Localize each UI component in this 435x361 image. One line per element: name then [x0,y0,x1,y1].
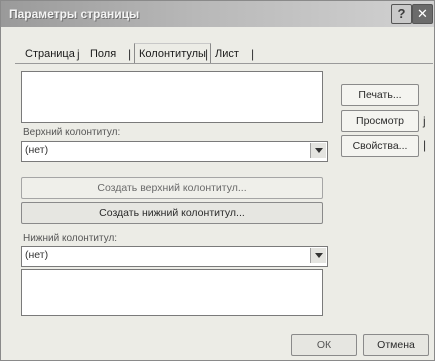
print-button[interactable]: Печать... [341,84,419,106]
tab-margins[interactable]: Поля [90,45,116,63]
footer-select-value: (нет) [25,249,49,261]
preview-mark: j [423,114,426,128]
properties-button[interactable]: Свойства... [341,135,419,157]
tab-separator: | [205,47,209,61]
chevron-down-icon[interactable] [310,143,326,158]
create-header-button[interactable]: Создать верхний колонтитул... [21,177,323,199]
header-select-value: (нет) [25,144,49,156]
dialog-title: Параметры страницы [9,7,140,21]
close-button[interactable]: ✕ [412,4,433,24]
create-footer-button[interactable]: Создать нижний колонтитул... [21,202,323,224]
close-icon: ✕ [417,6,428,21]
footer-preview [21,269,323,316]
header-select[interactable]: (нет) [21,141,328,162]
title-bar[interactable]: Параметры страницы ? ✕ [1,1,434,27]
properties-mark: | [423,138,427,152]
footer-label: Нижний колонтитул: [23,233,118,244]
help-button[interactable]: ? [391,4,412,24]
preview-button[interactable]: Просмотр [341,110,419,132]
tab-headers-footers[interactable]: Колонтитулы [134,43,211,64]
help-icon: ? [397,6,406,21]
header-label: Верхний колонтитул: [23,127,121,138]
tab-separator: | [251,47,255,61]
tab-separator: j [77,47,80,61]
footer-select[interactable]: (нет) [21,246,328,267]
cancel-button[interactable]: Отмена [363,334,429,356]
ok-button[interactable]: ОК [291,334,357,356]
tab-page[interactable]: Страница [25,45,75,63]
tab-sheet[interactable]: Лист [215,45,239,63]
chevron-down-icon[interactable] [310,248,326,263]
tab-separator: | [128,47,132,61]
header-preview [21,71,323,123]
page-setup-dialog: Параметры страницы ? ✕ Страница j Поля |… [0,0,435,361]
